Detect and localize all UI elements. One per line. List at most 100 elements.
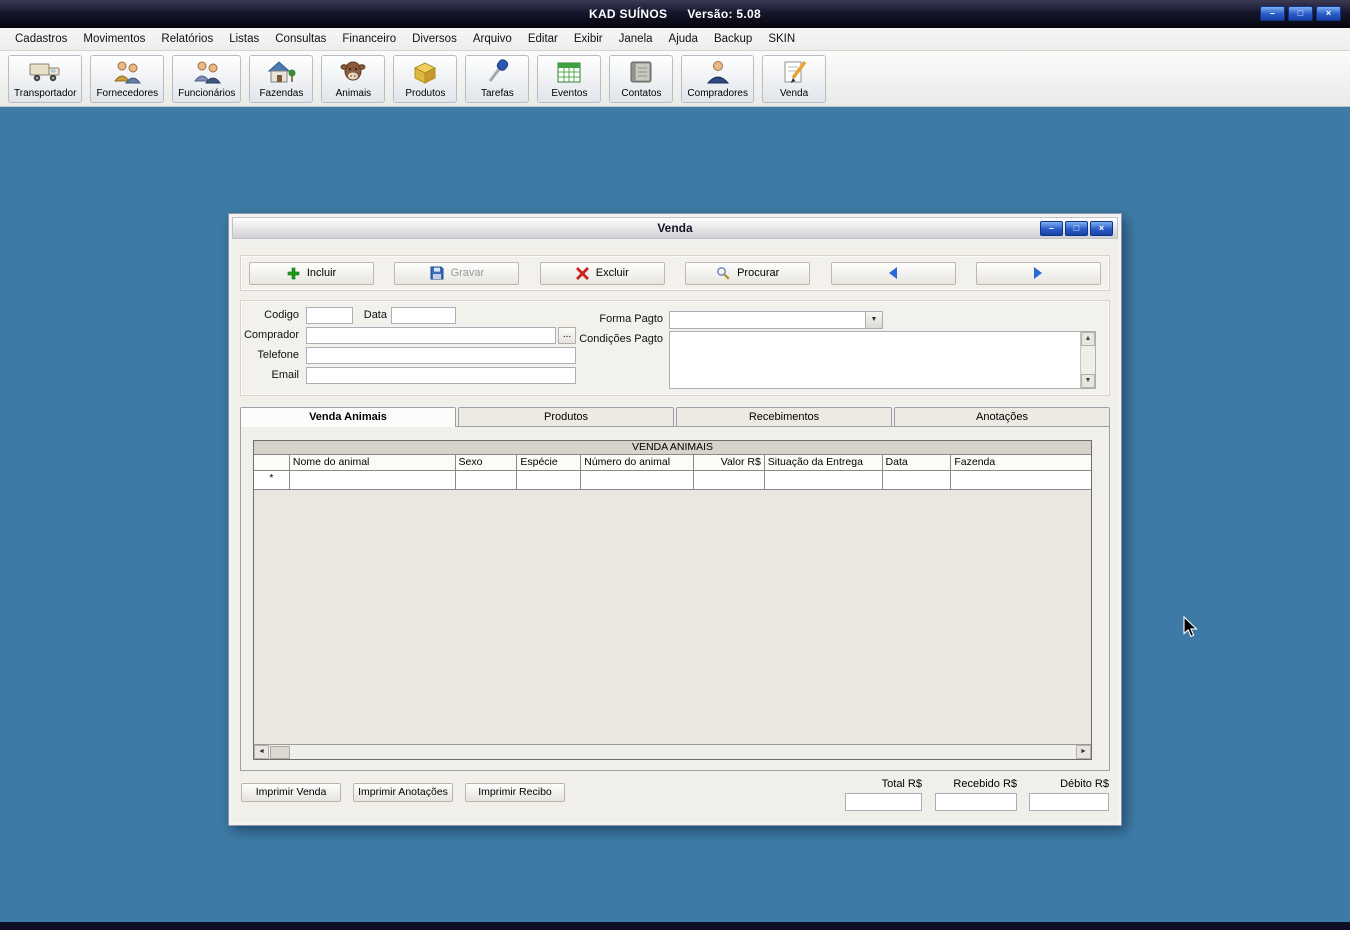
forma-pagto-label: Forma Pagto [599,313,663,325]
previous-record-button[interactable] [830,261,956,285]
app-minimize-button[interactable]: – [1260,6,1285,21]
scroll-left-icon[interactable]: ◄ [254,745,269,759]
main-toolbar: Transportador Fornecedores Funcionários … [0,51,1350,107]
incluir-label: Incluir [306,267,337,279]
total-label: Total R$ [881,778,922,790]
toolbar-transportador-button[interactable]: Transportador [8,54,83,103]
scroll-right-icon[interactable]: ► [1076,745,1091,759]
menu-relatorios[interactable]: Relatórios [153,30,221,48]
plus-icon [287,267,300,280]
app-titlebar: KAD SUÍNOS Versão: 5.08 – □ × [0,0,1350,28]
forma-pagto-select[interactable]: ▼ [669,311,883,329]
menu-backup[interactable]: Backup [706,30,760,48]
venda-close-button[interactable]: × [1090,221,1113,236]
menu-editar[interactable]: Editar [520,30,566,48]
grid-cell-data[interactable] [883,471,952,489]
venda-window-body: Incluir Gravar Excluir Procurar Codigo D… [232,239,1118,822]
toolbar-tarefas-button[interactable]: Tarefas [465,54,530,103]
telefone-input[interactable] [306,347,576,364]
toolbar-venda-button[interactable]: Venda [762,54,826,103]
grid-col-valor: Valor R$ [694,455,765,470]
toolbar-fazendas-button[interactable]: Fazendas [249,54,314,103]
venda-maximize-button[interactable]: □ [1065,221,1088,236]
tab-produtos[interactable]: Produtos [458,407,674,427]
toolbar-eventos-button[interactable]: Eventos [537,54,602,103]
toolbar-label: Funcionários [178,87,236,99]
imprimir-venda-button[interactable]: Imprimir Venda [241,783,341,802]
debito-label: Débito R$ [1060,778,1109,790]
grid-cell-situacao[interactable] [765,471,883,489]
app-close-button[interactable]: × [1316,6,1341,21]
menu-listas[interactable]: Listas [221,30,267,48]
chevron-down-icon[interactable]: ▼ [865,312,882,328]
grid-col-sexo: Sexo [456,455,518,470]
delete-x-icon [575,266,589,280]
codigo-input[interactable] [306,307,353,324]
toolbar-compradores-button[interactable]: Compradores [681,54,754,103]
incluir-button[interactable]: Incluir [249,261,374,285]
venda-window-title: Venda [657,221,693,235]
buyer-person-icon [704,59,732,85]
toolbar-label: Transportador [14,87,77,99]
tab-anotacoes[interactable]: Anotações [894,407,1110,427]
imprimir-recibo-button[interactable]: Imprimir Recibo [465,783,565,802]
app-title: KAD SUÍNOS Versão: 5.08 [589,7,761,21]
tab-recebimentos[interactable]: Recebimentos [676,407,892,427]
total-input[interactable] [845,793,922,811]
condicoes-pagto-input[interactable] [670,332,1080,388]
scroll-up-icon[interactable]: ▲ [1081,332,1095,346]
new-row-marker[interactable]: * [254,471,290,489]
grid-cell-sexo[interactable] [456,471,518,489]
suppliers-people-icon [112,59,142,85]
debito-input[interactable] [1029,793,1109,811]
grid-cell-nome[interactable] [290,471,456,489]
arrow-left-icon [885,266,901,280]
toolbar-contatos-button[interactable]: Contatos [609,54,674,103]
imprimir-anotacoes-button[interactable]: Imprimir Anotações [353,783,453,802]
menu-skin[interactable]: SKIN [760,30,803,48]
app-maximize-button[interactable]: □ [1288,6,1313,21]
grid-horizontal-scrollbar[interactable]: ◄ ► [254,744,1091,759]
pencil-note-icon [780,59,808,85]
toolbar-funcionarios-button[interactable]: Funcionários [172,54,242,103]
scrollbar-thumb[interactable] [270,745,290,759]
forma-pagto-value [670,312,865,328]
toolbar-produtos-button[interactable]: Produtos [393,54,458,103]
employees-people-icon [192,59,222,85]
menu-cadastros[interactable]: Cadastros [7,30,75,48]
toolbar-animais-button[interactable]: Animais [321,54,386,103]
app-version: Versão: 5.08 [687,7,761,21]
grid-cell-fazenda[interactable] [951,471,1091,489]
grid-new-row: * [254,471,1091,490]
menu-diversos[interactable]: Diversos [404,30,465,48]
menubar: Cadastros Movimentos Relatórios Listas C… [0,28,1350,51]
procurar-button[interactable]: Procurar [685,261,811,285]
app-bottom-border [0,922,1350,930]
grid-row-selector-header [254,455,290,470]
menu-exibir[interactable]: Exibir [566,30,611,48]
comprador-input[interactable] [306,327,556,344]
email-input[interactable] [306,367,576,384]
menu-consultas[interactable]: Consultas [267,30,334,48]
toolbar-fornecedores-button[interactable]: Fornecedores [90,54,165,103]
venda-window-titlebar[interactable]: Venda – □ × [232,217,1118,239]
grid-cell-especie[interactable] [517,471,582,489]
screwdriver-icon [483,58,511,85]
data-input[interactable] [391,307,456,324]
menu-ajuda[interactable]: Ajuda [661,30,706,48]
venda-minimize-button[interactable]: – [1040,221,1063,236]
menu-movimentos[interactable]: Movimentos [75,30,153,48]
gravar-button[interactable]: Gravar [394,261,520,285]
menu-janela[interactable]: Janela [611,30,661,48]
scroll-down-icon[interactable]: ▼ [1081,374,1095,388]
grid-cell-valor[interactable] [694,471,765,489]
menu-arquivo[interactable]: Arquivo [465,30,520,48]
recebido-input[interactable] [935,793,1017,811]
comprador-browse-button[interactable]: ... [558,327,576,344]
menu-financeiro[interactable]: Financeiro [334,30,404,48]
condicoes-pagto-scrollbar[interactable]: ▲ ▼ [1080,332,1095,388]
grid-cell-numero[interactable] [581,471,694,489]
excluir-button[interactable]: Excluir [539,261,665,285]
next-record-button[interactable] [975,261,1101,285]
tab-venda-animais[interactable]: Venda Animais [240,407,456,427]
